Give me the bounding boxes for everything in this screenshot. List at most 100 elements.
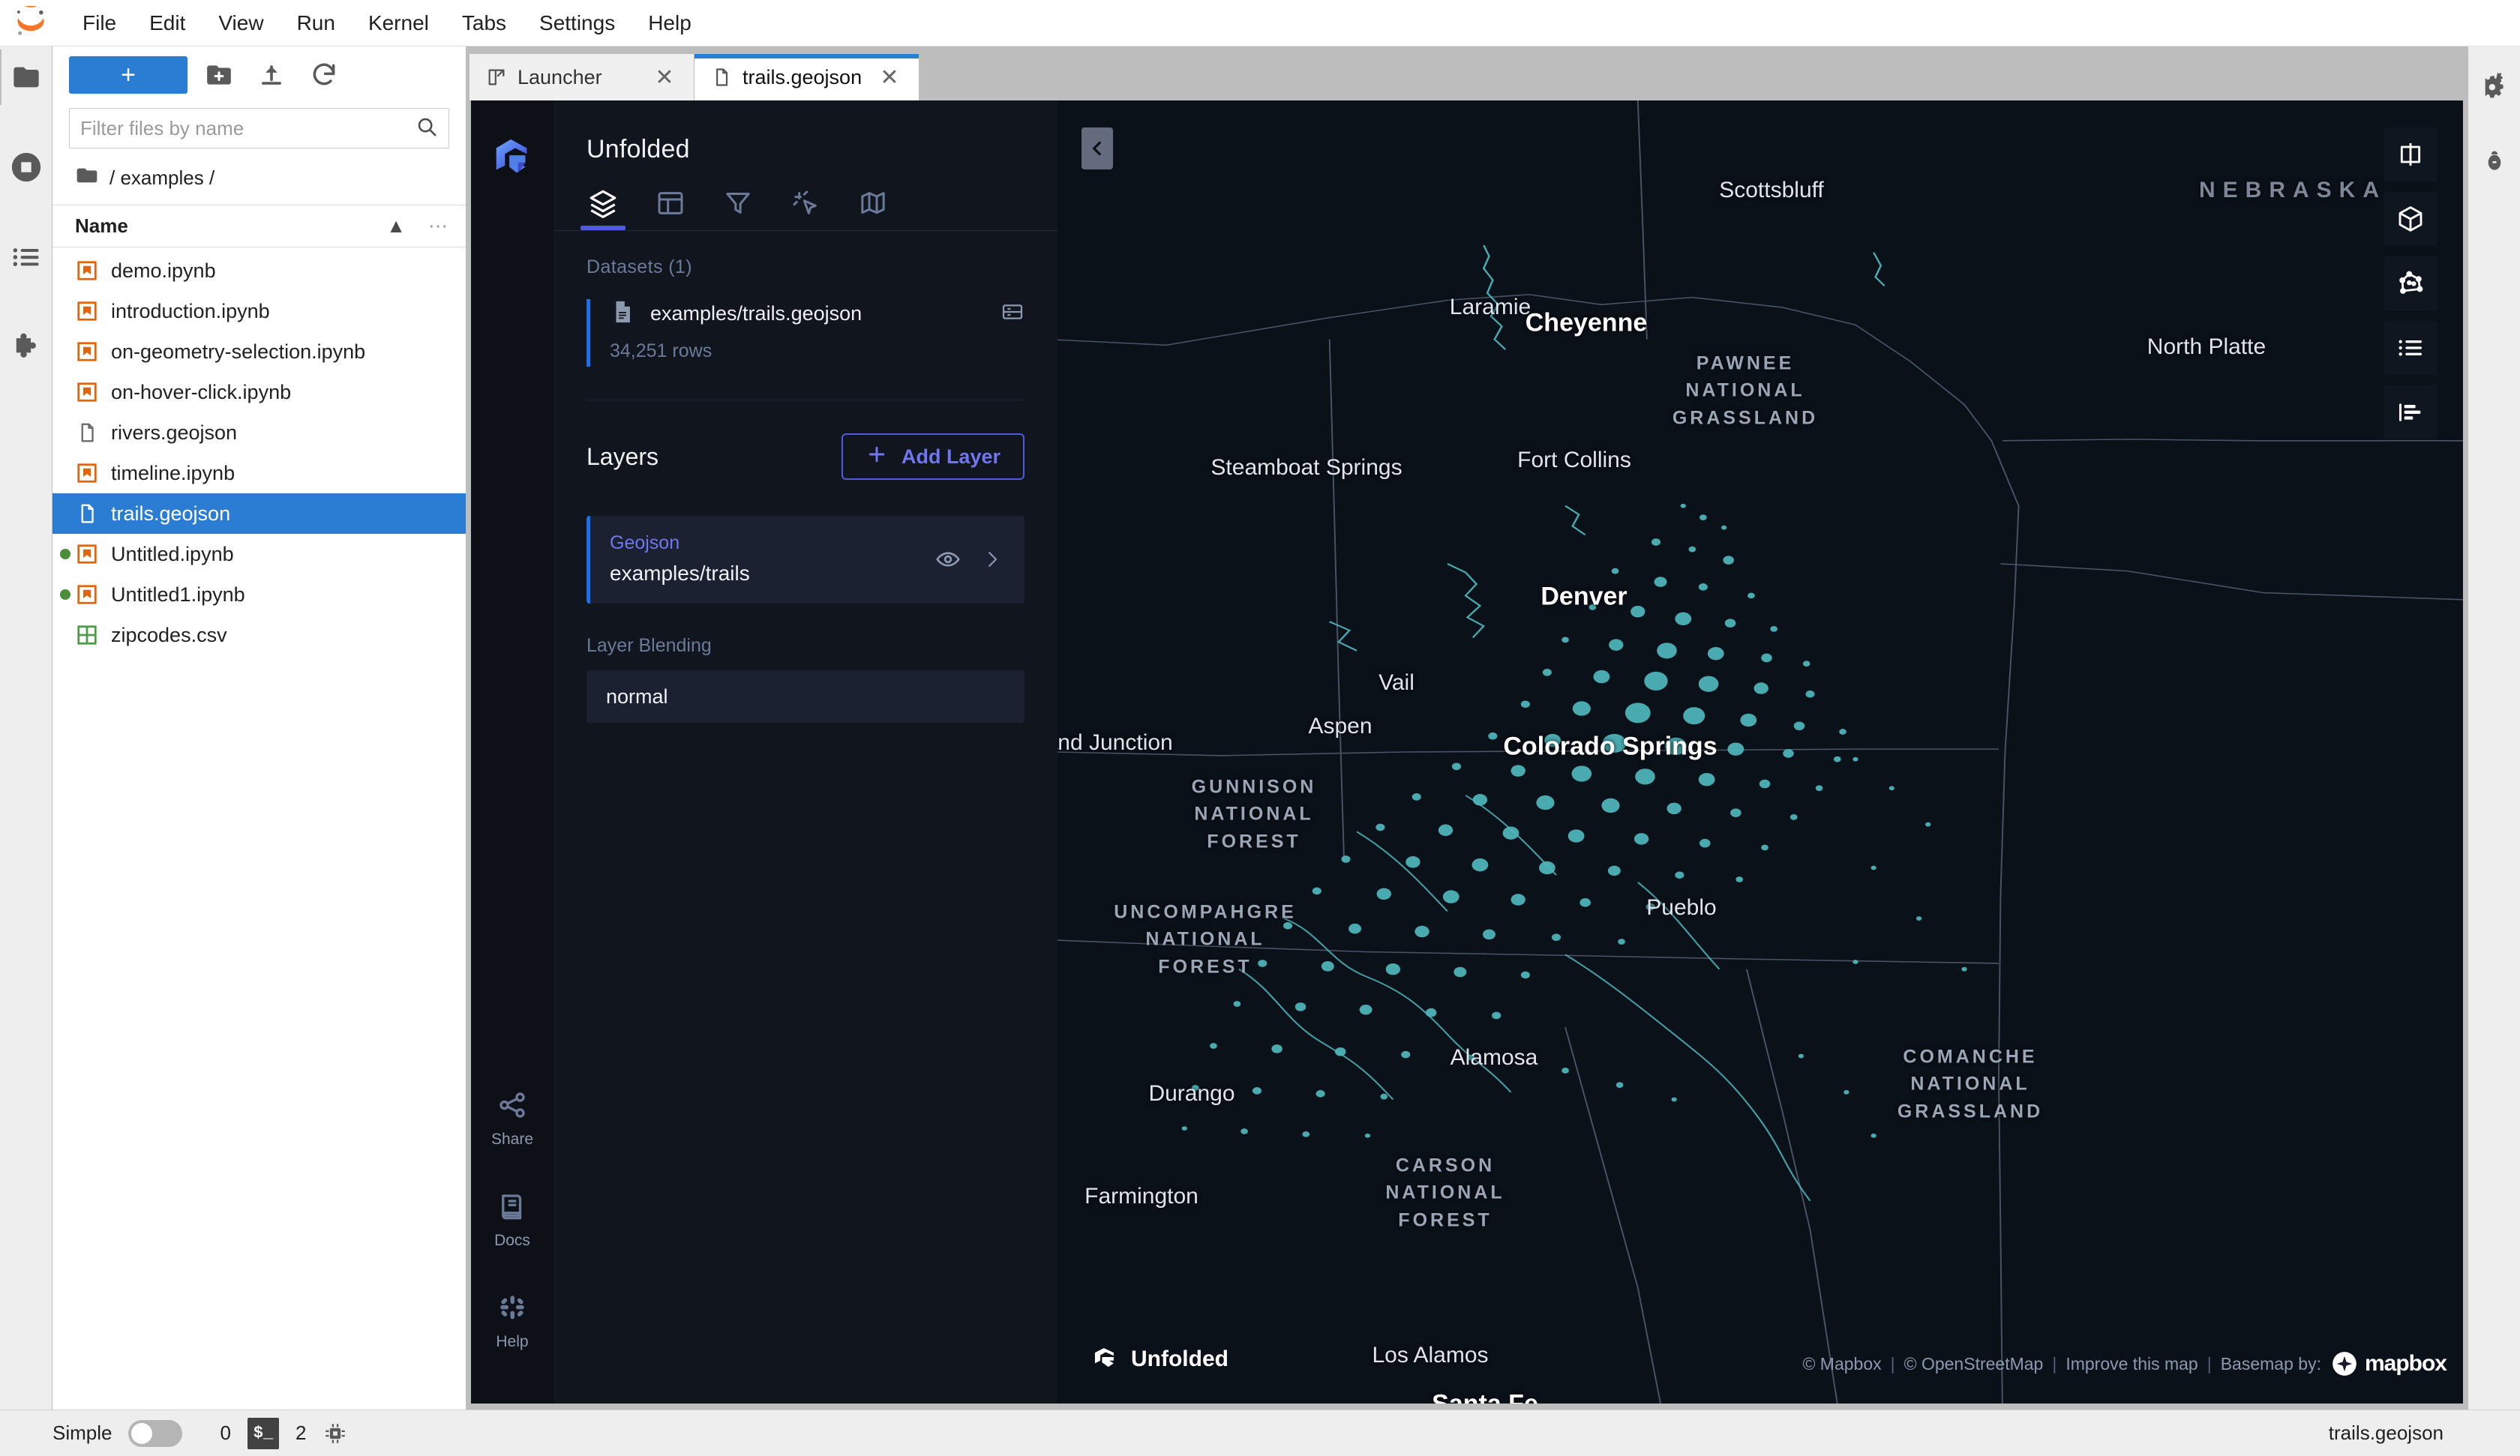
unfolded-logo-icon xyxy=(489,135,536,181)
file-list-item[interactable]: on-hover-click.ipynb xyxy=(52,372,466,412)
menu-item-run[interactable]: Run xyxy=(284,7,349,40)
file-name-label: Untitled1.ipynb xyxy=(111,583,245,606)
folder-icon[interactable] xyxy=(0,49,45,105)
kernel-count[interactable]: 0 xyxy=(220,1422,230,1445)
status-left-group: Simple 0 $_ 2 xyxy=(52,1417,348,1449)
dataset-row-count: 34,251 rows xyxy=(610,340,712,361)
file-name-label: Untitled.ipynb xyxy=(111,542,234,565)
collapse-panel-button[interactable] xyxy=(1082,127,1113,169)
file-list-more-icon[interactable]: ⋯ xyxy=(428,214,449,238)
bar-chart-icon[interactable] xyxy=(2384,385,2438,439)
session-count[interactable]: 2 xyxy=(296,1422,306,1445)
property-inspector-icon[interactable] xyxy=(2476,69,2513,106)
close-icon[interactable]: ✕ xyxy=(652,64,677,90)
unfolded-config-panel: Unfolded Datasets (1) examples/trails.ge… xyxy=(554,100,1058,1404)
refresh-icon[interactable] xyxy=(303,56,345,94)
map-canvas[interactable]: Scottsbluff NEBRASKA Laramie Cheyenne North … xyxy=(1058,100,2463,1404)
file-icon xyxy=(75,421,99,445)
layer-blending-select[interactable]: normal xyxy=(586,670,1024,723)
tab-filters[interactable] xyxy=(722,193,754,230)
tab-basemap[interactable] xyxy=(856,192,890,230)
unsaved-indicator xyxy=(60,549,70,559)
layers-title: Layers xyxy=(586,442,659,470)
cube-icon[interactable] xyxy=(2384,192,2438,246)
attrib-osm[interactable]: © OpenStreetMap xyxy=(1904,1354,2044,1374)
file-list-item[interactable]: zipcodes.csv xyxy=(52,615,466,655)
tab-dataset-table[interactable] xyxy=(654,192,687,230)
upload-icon[interactable] xyxy=(250,56,292,94)
file-name-label: rivers.geojson xyxy=(111,421,238,444)
menu-item-kernel[interactable]: Kernel xyxy=(355,7,442,40)
tab-trails-geojson[interactable]: trails.geojson ✕ xyxy=(694,54,920,100)
menu-item-view[interactable]: View xyxy=(205,7,277,40)
unfolded-mark-icon xyxy=(1090,1343,1119,1375)
file-filter-box[interactable] xyxy=(69,108,449,148)
share-icon xyxy=(496,1089,528,1125)
layers-header: Layers Add Layer xyxy=(554,400,1058,480)
new-launcher-button[interactable]: + xyxy=(69,56,188,94)
search-input[interactable] xyxy=(80,116,411,140)
split-map-icon[interactable] xyxy=(2384,127,2438,181)
chevron-right-icon[interactable] xyxy=(981,548,1004,571)
tab-launcher[interactable]: Launcher ✕ xyxy=(470,54,694,100)
tab-layers[interactable] xyxy=(580,190,626,230)
menu-item-file[interactable]: File xyxy=(69,7,130,40)
file-list-item[interactable]: Untitled.ipynb xyxy=(52,534,466,574)
file-icon xyxy=(711,67,732,88)
attrib-mapbox[interactable]: © Mapbox xyxy=(1802,1354,1881,1374)
launcher-icon xyxy=(486,67,507,88)
cpu-icon[interactable] xyxy=(322,1421,348,1446)
breadcrumb[interactable]: / examples / xyxy=(52,156,466,205)
unfolded-docs-action[interactable]: Docs xyxy=(494,1191,530,1250)
file-list-item[interactable]: rivers.geojson xyxy=(52,412,466,453)
sort-caret-icon[interactable]: ▲ xyxy=(386,214,406,238)
unfolded-action-label: Share xyxy=(490,1131,534,1148)
menu-bar: File Edit View Run Kernel Tabs Settings … xyxy=(0,0,2520,46)
menu-item-settings[interactable]: Settings xyxy=(526,7,628,40)
file-list-item[interactable]: demo.ipynb xyxy=(52,250,466,291)
file-list-item[interactable]: Untitled1.ipynb xyxy=(52,574,466,615)
close-icon[interactable]: ✕ xyxy=(877,64,902,90)
unfolded-action-label: Help xyxy=(496,1333,529,1350)
menu-item-tabs[interactable]: Tabs xyxy=(448,7,520,40)
notebook-icon xyxy=(75,380,99,404)
menu-item-edit[interactable]: Edit xyxy=(136,7,199,40)
attrib-basemap-by: Basemap by: xyxy=(2220,1353,2321,1374)
menu-item-help[interactable]: Help xyxy=(634,7,705,40)
running-kernels-icon[interactable] xyxy=(8,148,45,186)
file-list-item[interactable]: introduction.ipynb xyxy=(52,291,466,331)
show-table-icon[interactable] xyxy=(1000,300,1024,328)
unfolded-help-action[interactable]: Help xyxy=(496,1292,529,1351)
attrib-sep-2: | xyxy=(2052,1353,2057,1374)
right-sidebar-rail xyxy=(2468,46,2520,1410)
dataset-name: examples/trails.geojson xyxy=(650,302,862,325)
notebook-icon xyxy=(75,299,99,323)
legend-list-icon[interactable] xyxy=(2384,321,2438,375)
puzzle-icon[interactable] xyxy=(8,328,45,366)
dock-panel: Launcher ✕ trails.geojson ✕ Share Docs H… xyxy=(466,46,2468,1410)
tab-interactions[interactable] xyxy=(789,190,822,230)
simple-mode-toggle[interactable] xyxy=(128,1419,183,1447)
layer-card[interactable]: Geojson examples/trails xyxy=(586,516,1024,604)
eye-icon[interactable] xyxy=(934,546,962,573)
tab-label: Launcher xyxy=(518,65,602,88)
plus-icon xyxy=(866,443,888,471)
unfolded-share-action[interactable]: Share xyxy=(491,1089,533,1149)
list-icon[interactable] xyxy=(8,238,45,276)
debugger-icon[interactable] xyxy=(2476,142,2513,180)
file-list-item[interactable]: on-geometry-selection.ipynb xyxy=(52,331,466,372)
layer-type-label: Geojson xyxy=(610,532,680,553)
attrib-improve-map[interactable]: Improve this map xyxy=(2066,1354,2198,1374)
file-list-item[interactable]: timeline.ipynb xyxy=(52,453,466,493)
polygon-icon[interactable] xyxy=(2384,256,2438,310)
column-header-name[interactable]: Name xyxy=(75,214,386,238)
datasets-label: Datasets (1) xyxy=(586,256,692,277)
terminal-icon[interactable]: $_ xyxy=(247,1417,279,1449)
add-layer-button[interactable]: Add Layer xyxy=(841,433,1024,480)
file-name-label: on-geometry-selection.ipynb xyxy=(111,340,366,363)
file-list-item[interactable]: trails.geojson xyxy=(52,493,466,534)
mapbox-logo-icon[interactable]: mapbox xyxy=(2330,1350,2447,1378)
new-folder-icon[interactable] xyxy=(198,56,240,94)
attrib-sep-3: | xyxy=(2206,1353,2212,1374)
dataset-card[interactable]: examples/trails.geojson 34,251 rows xyxy=(586,299,1024,367)
